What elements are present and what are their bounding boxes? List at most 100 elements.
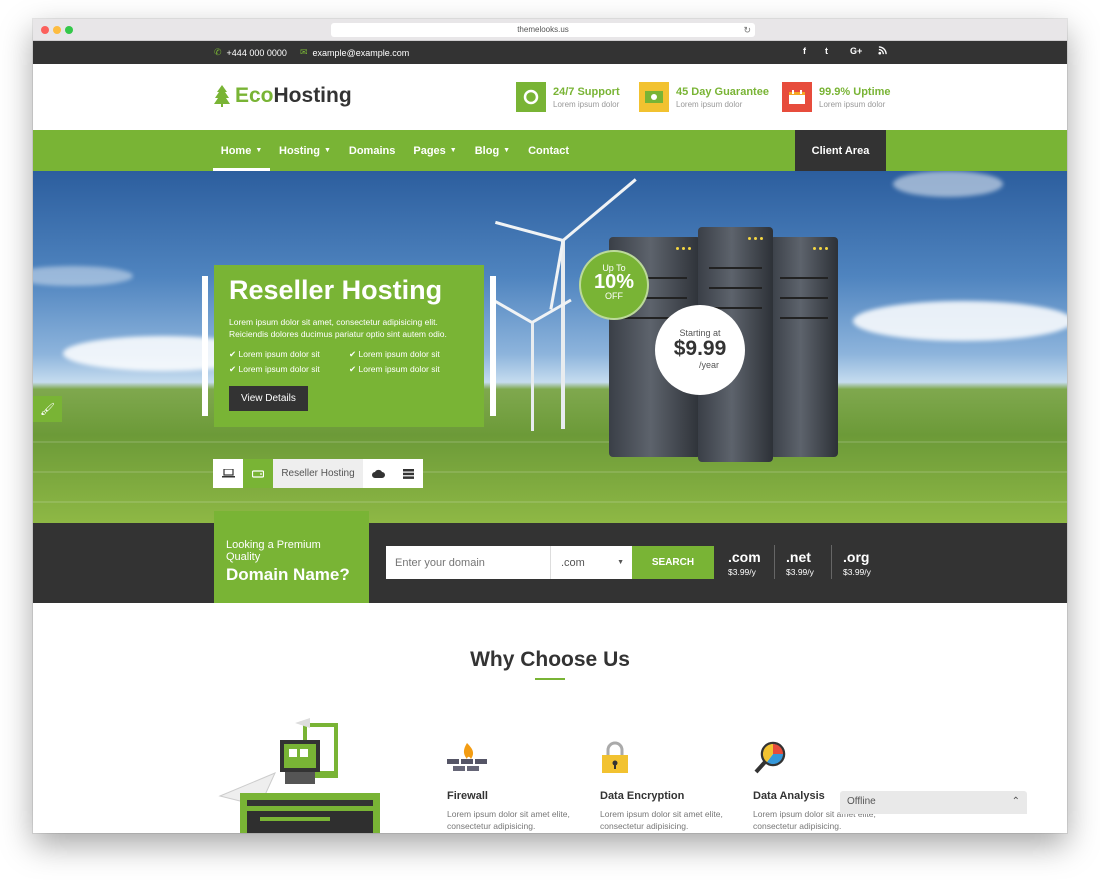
- tld-price: $3.99/y: [728, 567, 756, 577]
- lifebuoy-icon: [516, 82, 546, 112]
- check-item: ✔ Lorem ipsum dolor sit: [229, 364, 320, 374]
- tld-price: $3.99/y: [786, 567, 814, 577]
- address-bar[interactable]: themelooks.us ↻: [331, 23, 755, 37]
- turbine-blade: [492, 298, 533, 324]
- feature-description: Lorem ipsum dolor sit amet elite, consec…: [600, 809, 723, 831]
- feature-title: Data Encryption: [600, 790, 685, 802]
- domain-input[interactable]: [386, 546, 550, 579]
- logo-text: EcoHosting: [235, 84, 352, 107]
- domain-heading-small: Looking a Premium Quality: [226, 539, 321, 563]
- hero-slider: Up To 10% OFF Starting at $9.99 /year Re…: [33, 171, 1067, 523]
- check-item: ✔ Lorem ipsum dolor sit: [349, 349, 440, 359]
- feature-data-encryption: Data Encryption Lorem ipsum dolor sit am…: [600, 741, 735, 832]
- lock-icon: [602, 741, 628, 773]
- tld-price-net: .net $3.99/y: [786, 549, 814, 577]
- offline-chat-widget[interactable]: Offline ⌃: [840, 791, 1027, 814]
- domain-heading-big: Domain Name?: [226, 565, 350, 584]
- discount-bottom: OFF: [605, 291, 623, 301]
- facebook-icon[interactable]: f: [803, 46, 806, 56]
- turbine-blade: [494, 220, 564, 242]
- site-logo[interactable]: EcoHosting: [214, 84, 352, 108]
- check-item: ✔ Lorem ipsum dolor sit: [349, 364, 440, 374]
- feature-title: 99.9% Uptime: [819, 85, 891, 98]
- chat-status: Offline: [847, 796, 876, 807]
- address-url: themelooks.us: [517, 25, 569, 34]
- caret-down-icon: ▼: [617, 559, 624, 566]
- domain-search-button[interactable]: SEARCH: [632, 546, 714, 579]
- cloud-icon[interactable]: [363, 459, 393, 488]
- nav-contact[interactable]: Contact: [519, 130, 578, 171]
- top-info-bar: ✆ +444 000 0000 ✉ example@example.com f …: [33, 41, 1067, 64]
- phone-icon: ✆: [214, 47, 222, 57]
- caret-down-icon: ▼: [503, 147, 511, 154]
- tld-price-org: .org $3.99/y: [843, 549, 871, 577]
- server-tower: [770, 237, 838, 457]
- feature-subtitle: Lorem ipsum dolor: [819, 99, 886, 109]
- wind-turbine: [531, 321, 534, 431]
- reload-icon[interactable]: ↻: [743, 23, 751, 37]
- feature-subtitle: Lorem ipsum dolor: [676, 99, 743, 109]
- main-nav: Home ▼ Hosting ▼ Domains Pages ▼ Blog ▼ Cont…: [33, 130, 1067, 171]
- firewall-icon: [447, 743, 487, 771]
- hosting-illustration: [218, 718, 380, 833]
- discount-value: 10%: [593, 271, 635, 293]
- domain-search-form: .com ▼ SEARCH: [386, 546, 714, 579]
- feature-title: 24/7 Support: [553, 85, 620, 98]
- nav-label: Contact: [528, 144, 570, 157]
- tab-reseller-hosting[interactable]: Reseller Hosting: [273, 459, 363, 488]
- client-area-button[interactable]: Client Area: [795, 130, 886, 171]
- feature-support: 24/7 Support Lorem ipsum dolor: [516, 82, 620, 112]
- site-header: EcoHosting 24/7 Support Lorem ipsum dolo…: [33, 64, 1067, 130]
- feature-description: Lorem ipsum dolor sit amet elite, consec…: [447, 809, 570, 831]
- tld-select[interactable]: .com ▼: [550, 546, 632, 579]
- hero-title: Reseller Hosting: [229, 275, 443, 305]
- nav-label: Home: [220, 144, 252, 157]
- paintbrush-icon[interactable]: 🖌: [33, 396, 62, 422]
- minimize-window-button[interactable]: [53, 26, 61, 34]
- chevron-up-icon[interactable]: ⌃: [1012, 796, 1020, 809]
- tld-name: .org: [843, 549, 870, 565]
- tld-price: $3.99/y: [843, 567, 871, 577]
- tld-price-com: .com $3.99/y: [728, 549, 761, 577]
- email-address: example@example.com: [312, 47, 410, 58]
- field-stripe: [33, 501, 1067, 503]
- google-plus-icon[interactable]: G+: [850, 46, 862, 56]
- view-details-button[interactable]: View Details: [229, 386, 308, 411]
- close-window-button[interactable]: [41, 26, 49, 34]
- hero-checklist: ✔ Lorem ipsum dolor sit ✔ Lorem ipsum do…: [229, 349, 469, 375]
- field-stripe: [33, 441, 1067, 443]
- tld-selected: .com: [561, 556, 585, 569]
- browser-chrome: themelooks.us ↻: [33, 19, 1067, 41]
- caret-down-icon: ▼: [449, 147, 457, 154]
- feature-title: Firewall: [447, 790, 488, 802]
- maximize-window-button[interactable]: [65, 26, 73, 34]
- phone-contact[interactable]: ✆ +444 000 0000: [214, 47, 287, 58]
- field-stripe: [33, 471, 1067, 473]
- nav-blog[interactable]: Blog ▼: [466, 130, 519, 171]
- cloud: [33, 266, 133, 286]
- check-item: ✔ Lorem ipsum dolor sit: [229, 349, 320, 359]
- nav-label: Hosting: [279, 144, 320, 157]
- promo-card: Reseller Hosting Lorem ipsum dolor sit a…: [214, 265, 484, 427]
- nav-home[interactable]: Home ▼: [213, 130, 270, 171]
- hdd-icon[interactable]: [243, 459, 273, 488]
- nav-hosting[interactable]: Hosting ▼: [270, 130, 340, 171]
- cloud: [893, 171, 1003, 197]
- magnifier-chart-icon: [754, 741, 786, 774]
- feature-data-analysis: Data Analysis Lorem ipsum dolor sit amet…: [753, 741, 888, 832]
- caret-down-icon: ▼: [323, 147, 331, 154]
- price-period: /year: [698, 360, 719, 370]
- nav-domains[interactable]: Domains: [340, 130, 404, 171]
- twitter-icon[interactable]: t: [825, 46, 828, 56]
- divider: [831, 545, 832, 579]
- cloud: [853, 301, 1067, 341]
- calendar-icon: [782, 82, 812, 112]
- feature-title: 45 Day Guarantee: [676, 85, 769, 98]
- laptop-icon[interactable]: [213, 459, 243, 488]
- phone-number: +444 000 0000: [226, 47, 287, 58]
- server-icon[interactable]: [393, 459, 423, 488]
- rss-icon[interactable]: [878, 46, 887, 55]
- nav-pages[interactable]: Pages ▼: [404, 130, 465, 171]
- divider: [774, 545, 775, 579]
- email-contact[interactable]: ✉ example@example.com: [300, 47, 409, 58]
